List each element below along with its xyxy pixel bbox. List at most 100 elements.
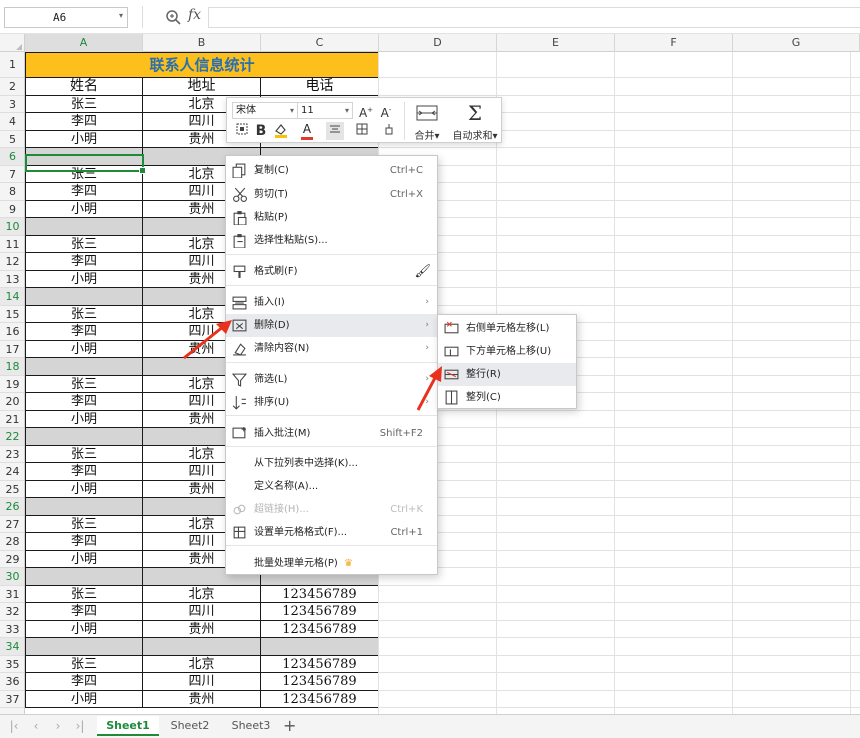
address-cell[interactable]: 地址 [143, 78, 261, 96]
font-color-icon[interactable]: A [298, 122, 316, 140]
name-cell[interactable]: 张三 [25, 585, 143, 603]
name-cell[interactable] [25, 358, 143, 376]
menu-item-cut[interactable]: 剪切(T) Ctrl+X [226, 183, 437, 206]
tab-sheet1[interactable]: Sheet1 [97, 716, 159, 736]
column-header-e[interactable]: E [497, 34, 615, 52]
row-header-19[interactable]: 19 [0, 376, 24, 393]
submenu-item-delete-column[interactable]: 整列(C) [438, 386, 576, 409]
row-header-1[interactable]: 1 [0, 52, 24, 78]
row-header-25[interactable]: 25 [0, 481, 24, 498]
name-cell[interactable]: 张三 [25, 305, 143, 323]
row-header-20[interactable]: 20 [0, 393, 24, 411]
bold-icon[interactable]: B [252, 122, 270, 140]
menu-item[interactable]: 从下拉列表中选择(K)... [226, 452, 437, 475]
row-header-26[interactable]: 26 [0, 498, 24, 516]
name-cell[interactable]: 小明 [25, 270, 143, 288]
row-header-32[interactable]: 32 [0, 603, 24, 621]
menu-item[interactable]: 定义名称(A)... [226, 475, 437, 498]
name-cell[interactable]: 张三 [25, 445, 143, 463]
menu-item-filter[interactable]: 筛选(L) › [226, 368, 437, 391]
row-header-8[interactable]: 8 [0, 183, 24, 201]
row-header-9[interactable]: 9 [0, 201, 24, 218]
name-cell[interactable]: 李四 [25, 603, 143, 621]
row-header-3[interactable]: 3 [0, 96, 24, 113]
name-cell[interactable]: 小明 [25, 410, 143, 428]
address-cell[interactable]: 北京 [143, 655, 261, 673]
menu-item-paste[interactable]: 粘贴(P) [226, 206, 437, 229]
name-cell[interactable]: 张三 [25, 95, 143, 113]
name-cell[interactable]: 李四 [25, 673, 143, 691]
first-sheet-icon[interactable]: |‹ [6, 718, 22, 734]
name-box[interactable]: A6 ▾ [4, 7, 128, 28]
column-header-c[interactable]: C [261, 34, 379, 52]
name-cell[interactable]: 小明 [25, 620, 143, 638]
format-brush-lock-icon[interactable]: 🖌 [414, 260, 431, 283]
formula-input[interactable] [208, 7, 860, 28]
name-cell[interactable] [25, 288, 143, 306]
row-header-7[interactable]: 7 [0, 166, 24, 183]
name-cell[interactable] [25, 638, 143, 656]
name-cell[interactable]: 李四 [25, 323, 143, 341]
phone-cell[interactable]: 123456789 [261, 673, 379, 691]
add-sheet-button[interactable]: + [283, 716, 296, 735]
font-size-select[interactable]: 11 ▾ [297, 102, 353, 119]
menu-item-clear-content[interactable]: 清除内容(N) › [226, 337, 437, 360]
prev-sheet-icon[interactable]: ‹ [28, 718, 44, 734]
row-header-27[interactable]: 27 [0, 516, 24, 533]
row-header-17[interactable]: 17 [0, 341, 24, 358]
zoom-icon[interactable] [165, 9, 181, 25]
merge-button[interactable]: 合并▾ [407, 101, 447, 142]
column-header-b[interactable]: B [143, 34, 261, 52]
name-cell[interactable] [25, 218, 143, 236]
row-header-5[interactable]: 5 [0, 131, 24, 148]
phone-cell[interactable] [261, 638, 379, 656]
menu-item-crown[interactable]: 批量处理单元格(P) ♛ [226, 552, 437, 575]
align-center-icon[interactable] [326, 122, 344, 140]
row-header-22[interactable]: 22 [0, 428, 24, 446]
row-header-36[interactable]: 36 [0, 673, 24, 691]
name-cell[interactable] [25, 428, 143, 446]
row-header-2[interactable]: 2 [0, 78, 24, 96]
name-cell[interactable]: 李四 [25, 393, 143, 411]
row-header-6[interactable]: 6 [0, 148, 24, 166]
font-shrink-icon[interactable]: A- [377, 101, 395, 120]
name-cell[interactable]: 小明 [25, 200, 143, 218]
phone-cell[interactable]: 123456789 [261, 620, 379, 638]
phone-cell[interactable]: 123456789 [261, 603, 379, 621]
column-header-a[interactable]: A [25, 34, 143, 52]
submenu-item-delete-row[interactable]: 整行(R) [438, 363, 576, 386]
phone-cell[interactable]: 电话 [261, 78, 379, 96]
name-cell[interactable]: 张三 [25, 235, 143, 253]
row-header-23[interactable]: 23 [0, 446, 24, 463]
chevron-down-icon[interactable]: ▾ [345, 103, 349, 118]
name-cell[interactable]: 张三 [25, 375, 143, 393]
submenu-item-shift-up[interactable]: 下方单元格上移(U) [438, 340, 576, 363]
name-cell[interactable]: 小明 [25, 550, 143, 568]
menu-item-paste-special[interactable]: 选择性粘贴(S)... [226, 229, 437, 252]
row-header-21[interactable]: 21 [0, 411, 24, 428]
menu-item-delete[interactable]: 删除(D) › [226, 314, 437, 337]
menu-item-format-cells[interactable]: 设置单元格格式(F)... Ctrl+1 [226, 521, 437, 544]
row-header-37[interactable]: 37 [0, 691, 24, 708]
menu-item-sort[interactable]: 排序(U) › [226, 391, 437, 414]
submenu-item-shift-left[interactable]: 右侧单元格左移(L) [438, 317, 576, 340]
address-cell[interactable]: 贵州 [143, 620, 261, 638]
next-sheet-icon[interactable]: › [50, 718, 66, 734]
name-cell[interactable]: 李四 [25, 183, 143, 201]
tab-sheet2[interactable]: Sheet2 [159, 716, 221, 736]
column-header-g[interactable]: G [733, 34, 860, 52]
row-header-31[interactable]: 31 [0, 586, 24, 603]
phone-cell[interactable]: 123456789 [261, 585, 379, 603]
name-cell[interactable]: 李四 [25, 463, 143, 481]
row-header-35[interactable]: 35 [0, 656, 24, 673]
table-title[interactable]: 联系人信息统计 [25, 52, 379, 78]
address-cell[interactable]: 北京 [143, 585, 261, 603]
address-cell[interactable]: 四川 [143, 673, 261, 691]
row-header-4[interactable]: 4 [0, 113, 24, 131]
menu-item-insert[interactable]: 插入(I) › [226, 291, 437, 314]
row-header-12[interactable]: 12 [0, 253, 24, 271]
name-cell[interactable]: 小明 [25, 130, 143, 148]
row-header-15[interactable]: 15 [0, 306, 24, 323]
name-cell[interactable]: 李四 [25, 533, 143, 551]
name-cell[interactable] [25, 498, 143, 516]
